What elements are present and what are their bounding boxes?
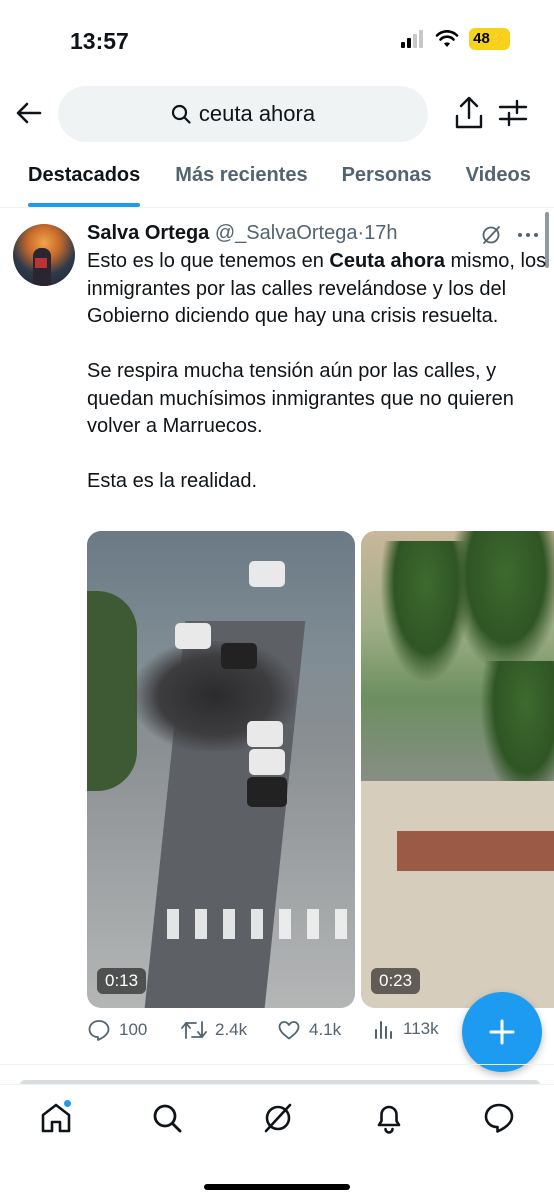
more-options-icon[interactable] xyxy=(516,224,540,246)
tab-label: Videos xyxy=(465,164,531,186)
repost-count: 2.4k xyxy=(215,1020,248,1039)
tweet-paragraph-2: Se respira mucha tensión aún por las cal… xyxy=(87,360,514,437)
handle[interactable]: @_SalvaOrtega xyxy=(215,222,358,244)
car xyxy=(247,777,287,807)
tweet-divider xyxy=(0,1064,554,1065)
grok-icon[interactable] xyxy=(480,224,502,246)
video-thumbnail-2[interactable]: 0:23 xyxy=(361,531,554,1008)
active-tab-indicator xyxy=(28,203,141,207)
grok-icon[interactable] xyxy=(261,1101,295,1135)
highlighted-query: Ceuta ahora xyxy=(329,250,445,272)
search-tabs: Destacados Más recientes Personas Videos xyxy=(0,150,554,208)
car xyxy=(247,721,283,747)
rooftop-wall xyxy=(397,831,554,871)
home-badge xyxy=(63,1099,72,1108)
tab-label: Personas xyxy=(341,164,432,186)
tweet-paragraph-3: Esta es la realidad. xyxy=(87,470,258,492)
reply-icon xyxy=(88,1020,110,1041)
search-header: ceuta ahora xyxy=(0,84,554,146)
battery-icon: 48⚡ xyxy=(469,28,510,50)
notifications-icon[interactable] xyxy=(372,1101,406,1135)
display-name[interactable]: Salva Ortega xyxy=(87,222,209,244)
search-icon xyxy=(171,104,191,124)
tab-personas[interactable]: Personas xyxy=(342,150,432,207)
avatar-shirt xyxy=(35,258,47,268)
status-bar: 13:57 48⚡ xyxy=(0,0,554,80)
back-arrow-icon[interactable] xyxy=(14,98,44,128)
messages-icon[interactable] xyxy=(482,1101,516,1135)
repost-icon xyxy=(181,1021,207,1039)
tab-mas-recientes[interactable]: Más recientes xyxy=(175,150,307,207)
tab-label: Más recientes xyxy=(175,164,308,186)
home-indicator xyxy=(204,1184,350,1190)
text-run: Esto es lo que tenemos en xyxy=(87,250,330,272)
tab-destacados[interactable]: Destacados xyxy=(28,150,141,207)
car xyxy=(175,623,211,649)
bottom-nav xyxy=(0,1084,554,1200)
car xyxy=(249,749,285,775)
car xyxy=(249,561,285,587)
avatar[interactable] xyxy=(13,224,75,286)
filter-icon[interactable] xyxy=(498,98,528,128)
like-count: 4.1k xyxy=(309,1020,342,1039)
tweet-text: Esto es lo que tenemos en Ceuta ahora mi… xyxy=(87,248,547,523)
crosswalk xyxy=(167,909,355,939)
repost-button[interactable]: 2.4k xyxy=(181,1018,247,1042)
share-icon[interactable] xyxy=(454,96,484,130)
cellular-signal-icon xyxy=(401,30,424,48)
street-trees xyxy=(87,591,137,791)
search-input[interactable]: ceuta ahora xyxy=(58,86,428,142)
status-icons: 48⚡ xyxy=(401,28,510,50)
status-time: 13:57 xyxy=(70,28,129,54)
compose-button[interactable] xyxy=(462,992,542,1072)
search-query: ceuta ahora xyxy=(198,101,316,126)
tab-videos[interactable]: Videos xyxy=(466,150,531,207)
search-icon[interactable] xyxy=(150,1101,184,1135)
views-button[interactable]: 113k xyxy=(373,1018,439,1040)
tweet-paragraph-1: Esto es lo que tenemos en Ceuta ahora mi… xyxy=(87,248,547,331)
palm-tree xyxy=(451,531,554,671)
like-icon xyxy=(278,1021,300,1040)
view-count: 113k xyxy=(403,1019,439,1038)
battery-level: 48 xyxy=(473,30,490,47)
reply-count: 100 xyxy=(119,1020,148,1039)
palm-tree xyxy=(481,661,554,801)
video-thumbnail-1[interactable]: 0:13 xyxy=(87,531,355,1008)
video-duration: 0:13 xyxy=(97,968,147,994)
tab-label: Destacados xyxy=(28,164,141,186)
like-button[interactable]: 4.1k xyxy=(277,1018,341,1042)
plus-icon xyxy=(489,1019,515,1045)
views-icon xyxy=(375,1021,392,1039)
car xyxy=(221,643,257,669)
tweet-time: 17h xyxy=(364,222,398,244)
reply-button[interactable]: 100 xyxy=(87,1018,147,1042)
wifi-icon xyxy=(435,30,459,47)
tweet-actions: 100 2.4k 4.1k 113k xyxy=(87,1018,467,1048)
video-duration: 0:23 xyxy=(371,968,421,994)
tweet-media: 0:13 0:23 xyxy=(87,531,554,1008)
